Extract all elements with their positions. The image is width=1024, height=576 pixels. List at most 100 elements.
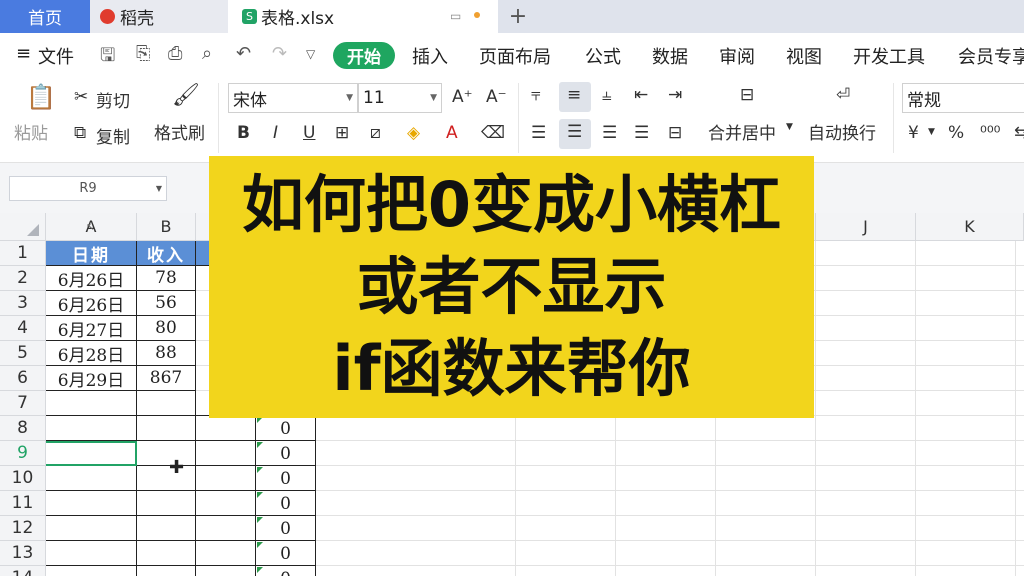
tab-home[interactable]: 首页 (0, 0, 90, 33)
zero-cell[interactable]: 0 (256, 566, 315, 576)
table-cell[interactable]: 6月26日 (46, 291, 137, 316)
justify-icon[interactable]: ☰ (634, 123, 649, 143)
row-header[interactable]: 5 (0, 341, 46, 366)
table-header-cell[interactable]: 收入 (137, 241, 196, 266)
row-header[interactable]: 4 (0, 316, 46, 341)
align-bottom-icon[interactable]: ⫨ (602, 85, 612, 105)
clear-format-icon[interactable]: ⌫ (481, 123, 505, 143)
table-cell[interactable]: 88 (137, 341, 196, 366)
row-header[interactable]: 7 (0, 391, 46, 416)
chevron-down-icon[interactable]: ▼ (928, 127, 935, 137)
menu-developer[interactable]: 开发工具 (853, 43, 925, 69)
distribute-icon[interactable]: ⊟ (668, 123, 682, 143)
table-cell[interactable]: 78 (137, 266, 196, 291)
currency-format-button[interactable]: ¥ (908, 123, 919, 143)
wrap-text-button[interactable]: 自动换行 (808, 119, 876, 144)
align-right-icon[interactable]: ☰ (602, 123, 617, 143)
align-top-icon[interactable]: ⫧ (531, 85, 541, 105)
menu-review[interactable]: 审阅 (719, 43, 755, 69)
strikethrough-icon[interactable]: ⧄ (370, 123, 381, 143)
font-color-icon[interactable]: A (446, 123, 458, 143)
merge-center-button[interactable]: 合并居中 (708, 119, 776, 144)
table-header-cell[interactable]: 日期 (46, 241, 137, 266)
menu-view[interactable]: 视图 (786, 43, 822, 69)
zero-cell[interactable]: 0 (256, 416, 315, 441)
increase-font-icon[interactable]: A⁺ (452, 87, 473, 107)
chevron-down-icon[interactable]: ▼ (786, 122, 793, 132)
column-header[interactable]: J (816, 213, 916, 241)
row-header[interactable]: 13 (0, 541, 46, 566)
table-cell[interactable]: 6月26日 (46, 266, 137, 291)
table-cell[interactable]: 867 (137, 366, 196, 391)
print-preview-icon[interactable]: ⌕ (202, 43, 212, 64)
column-header[interactable]: K (916, 213, 1024, 241)
name-box[interactable]: R9 ▼ (9, 176, 167, 201)
hamburger-icon[interactable]: ≡ (16, 43, 31, 64)
copy-button[interactable]: 复制 (96, 123, 130, 148)
font-name-select[interactable]: 宋体 ▼ (228, 83, 358, 113)
zero-cell[interactable]: 0 (256, 441, 315, 466)
print-icon[interactable]: ⎙ (168, 43, 182, 64)
bold-icon[interactable]: B (237, 123, 250, 143)
column-header[interactable]: B (137, 213, 196, 241)
paste-icon[interactable]: 📋 (26, 83, 56, 111)
row-header[interactable]: 12 (0, 516, 46, 541)
zero-cell[interactable]: 0 (256, 516, 315, 541)
row-header[interactable]: 6 (0, 366, 46, 391)
row-header[interactable]: 14 (0, 566, 46, 576)
copy-icon[interactable]: ⧉ (74, 123, 86, 143)
row-header[interactable]: 9 (0, 441, 46, 466)
decrease-font-icon[interactable]: A⁻ (486, 87, 507, 107)
indent-decrease-icon[interactable]: ⇤ (634, 85, 648, 105)
align-center-button[interactable]: ☰ (559, 119, 591, 149)
tab-spreadsheet-file[interactable]: S 表格.xlsx ▭ (228, 0, 498, 33)
select-all-corner[interactable] (0, 213, 46, 241)
align-middle-button[interactable]: ≡ (559, 82, 591, 112)
menu-formula[interactable]: 公式 (585, 43, 621, 69)
thousands-separator-icon[interactable]: ⁰⁰⁰ (980, 123, 1000, 143)
selected-cell[interactable] (46, 441, 137, 466)
zero-cell[interactable]: 0 (256, 466, 315, 491)
table-cell[interactable]: 6月29日 (46, 366, 137, 391)
underline-icon[interactable]: U (303, 123, 315, 143)
paste-button[interactable]: 粘贴 (14, 119, 48, 144)
row-header[interactable]: 2 (0, 266, 46, 291)
menu-data[interactable]: 数据 (652, 43, 688, 69)
format-painter-icon[interactable]: 🖌 (172, 83, 200, 108)
tab-daoke[interactable]: 稻壳 (90, 0, 228, 33)
merge-center-icon[interactable]: ⊟ (740, 85, 754, 105)
customize-dropdown-icon[interactable]: ▽ (306, 47, 315, 61)
zero-cell[interactable]: 0 (256, 541, 315, 566)
cut-icon[interactable]: ✂ (74, 87, 88, 107)
row-header[interactable]: 8 (0, 416, 46, 441)
format-painter-button[interactable]: 格式刷 (154, 119, 205, 144)
row-header[interactable]: 3 (0, 291, 46, 316)
table-cell[interactable]: 6月27日 (46, 316, 137, 341)
table-cell[interactable]: 6月28日 (46, 341, 137, 366)
menu-page-layout[interactable]: 页面布局 (479, 43, 551, 69)
fill-color-icon[interactable]: ◈ (407, 123, 420, 143)
monitor-icon[interactable]: ▭ (450, 9, 461, 23)
menu-insert[interactable]: 插入 (412, 43, 448, 69)
zero-cell[interactable]: 0 (256, 491, 315, 516)
table-cell[interactable]: 80 (137, 316, 196, 341)
font-size-select[interactable]: 11 ▼ (358, 83, 442, 113)
menu-member[interactable]: 会员专享 (958, 43, 1024, 69)
align-left-icon[interactable]: ☰ (531, 123, 546, 143)
redo-icon[interactable]: ↷ (272, 43, 287, 64)
percent-format-button[interactable]: % (948, 123, 964, 143)
row-header[interactable]: 1 (0, 241, 46, 266)
cut-button[interactable]: 剪切 (96, 87, 130, 112)
table-cell[interactable]: 56 (137, 291, 196, 316)
row-header[interactable]: 10 (0, 466, 46, 491)
new-tab-button[interactable]: + (508, 0, 528, 33)
indent-increase-icon[interactable]: ⇥ (668, 85, 682, 105)
menu-start[interactable]: 开始 (333, 42, 395, 69)
italic-icon[interactable]: I (273, 123, 278, 143)
menu-file[interactable]: 文件 (38, 43, 74, 69)
row-header[interactable]: 11 (0, 491, 46, 516)
decimal-increase-icon[interactable]: ⇆ (1014, 123, 1024, 143)
border-icon[interactable]: ⊞ (335, 123, 349, 143)
undo-icon[interactable]: ↶ (236, 43, 251, 64)
wrap-text-icon[interactable]: ⏎ (836, 85, 850, 105)
